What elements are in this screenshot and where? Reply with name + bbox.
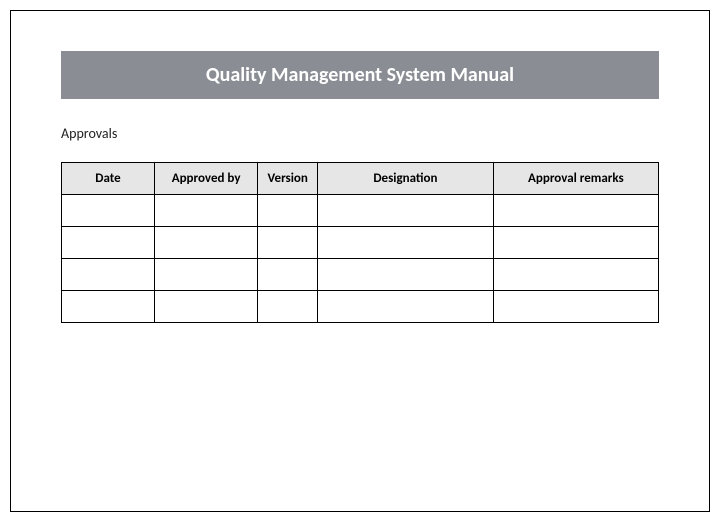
table-row bbox=[62, 291, 659, 323]
cell-version bbox=[258, 195, 318, 227]
cell-designation bbox=[318, 227, 494, 259]
table-row bbox=[62, 227, 659, 259]
cell-date bbox=[62, 227, 155, 259]
cell-version bbox=[258, 259, 318, 291]
table-header-row: Date Approved by Version Designation App… bbox=[62, 163, 659, 195]
title-bar: Quality Management System Manual bbox=[61, 51, 659, 99]
cell-approved-by bbox=[154, 291, 257, 323]
cell-remarks bbox=[493, 259, 658, 291]
document-page: Quality Management System Manual Approva… bbox=[10, 10, 710, 512]
col-header-version: Version bbox=[258, 163, 318, 195]
cell-approved-by bbox=[154, 227, 257, 259]
approvals-table: Date Approved by Version Designation App… bbox=[61, 162, 659, 323]
cell-date bbox=[62, 259, 155, 291]
cell-remarks bbox=[493, 195, 658, 227]
section-label-approvals: Approvals bbox=[61, 125, 659, 142]
col-header-approved-by: Approved by bbox=[154, 163, 257, 195]
cell-designation bbox=[318, 291, 494, 323]
cell-approved-by bbox=[154, 195, 257, 227]
cell-approved-by bbox=[154, 259, 257, 291]
cell-date bbox=[62, 195, 155, 227]
page-title: Quality Management System Manual bbox=[61, 63, 659, 87]
cell-designation bbox=[318, 195, 494, 227]
col-header-date: Date bbox=[62, 163, 155, 195]
col-header-remarks: Approval remarks bbox=[493, 163, 658, 195]
cell-version bbox=[258, 227, 318, 259]
cell-version bbox=[258, 291, 318, 323]
cell-remarks bbox=[493, 291, 658, 323]
cell-date bbox=[62, 291, 155, 323]
table-row bbox=[62, 259, 659, 291]
cell-designation bbox=[318, 259, 494, 291]
cell-remarks bbox=[493, 227, 658, 259]
col-header-designation: Designation bbox=[318, 163, 494, 195]
table-row bbox=[62, 195, 659, 227]
